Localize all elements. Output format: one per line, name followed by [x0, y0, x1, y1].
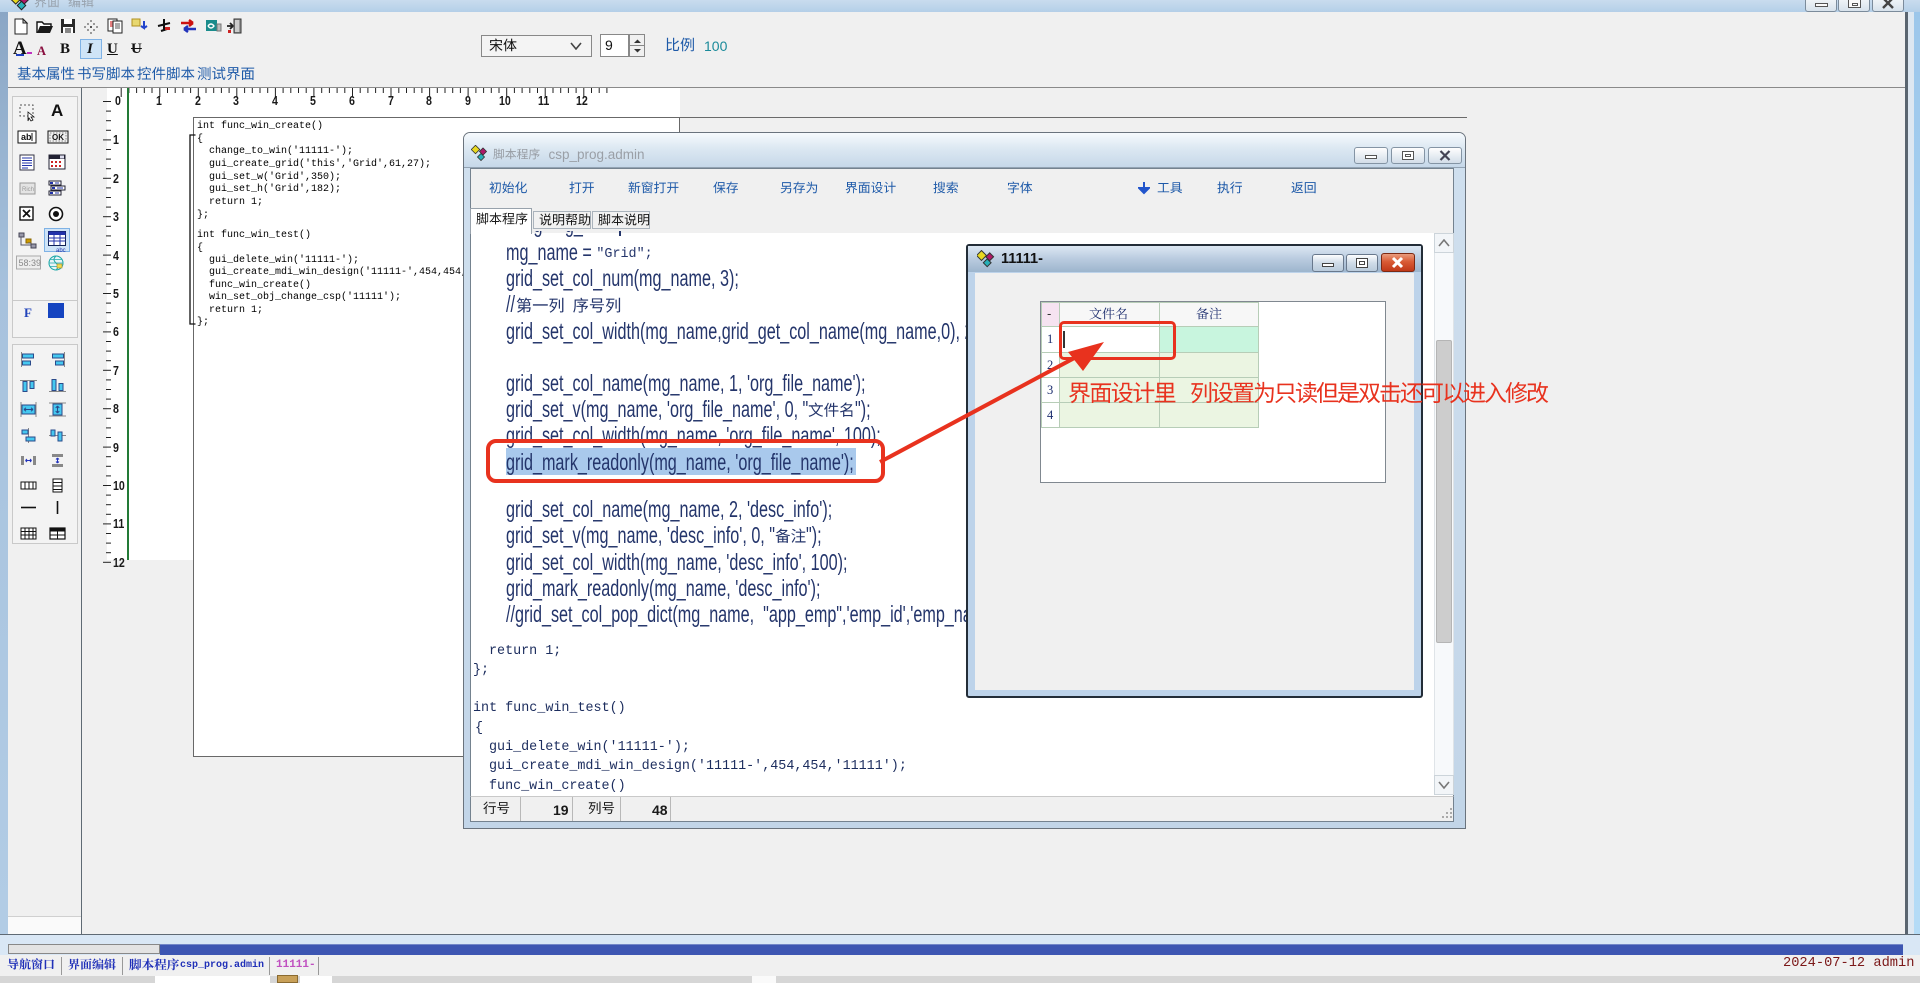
svg-text:OK: OK — [52, 133, 64, 142]
svg-text:abc: abc — [56, 248, 66, 253]
svg-text:ab: ab — [21, 132, 32, 142]
svg-text:58:39: 58:39 — [19, 258, 42, 268]
svg-text:Rich: Rich — [22, 187, 34, 193]
